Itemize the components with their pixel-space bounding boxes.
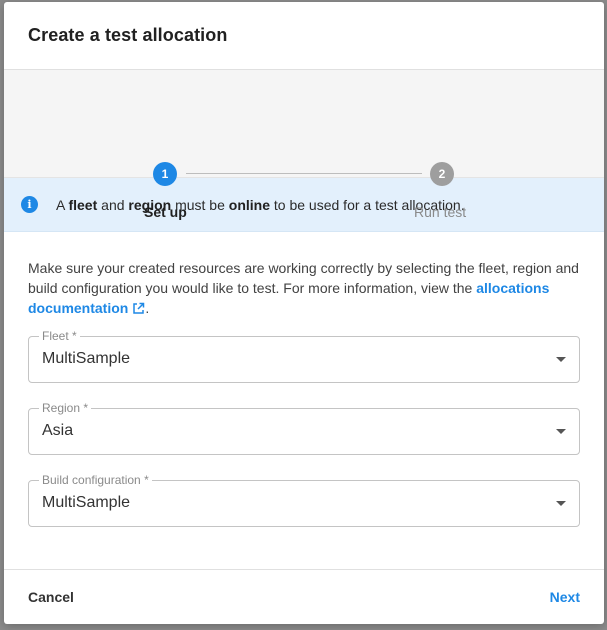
build-configuration-select-label: Build configuration * [39,473,152,487]
fleet-select[interactable]: Fleet * MultiSample [28,329,580,383]
step-connector [186,173,422,174]
step-2-number: 2 [438,167,446,181]
dialog-title: Create a test allocation [28,25,228,45]
dialog-content: Make sure your created resources are wor… [4,232,604,527]
dialog-footer: Cancel Next [4,569,604,624]
fleet-select-value: MultiSample [42,350,131,367]
build-configuration-select[interactable]: Build configuration * MultiSample [28,473,580,527]
create-test-allocation-dialog: Create a test allocation 1 2 Set up Run … [4,2,604,624]
step-2-indicator: 2 [430,162,454,186]
dialog-header: Create a test allocation [4,2,604,70]
caret-down-icon [556,357,566,362]
step-1-indicator: 1 [153,162,177,186]
step-1-label: Set up [144,204,187,220]
fleet-select-label: Fleet * [39,329,80,343]
region-select-label: Region * [39,401,92,415]
cancel-button[interactable]: Cancel [28,589,74,605]
build-configuration-select-value: MultiSample [42,494,131,511]
info-keyword-fleet: fleet [68,196,98,213]
external-link-icon [133,302,145,314]
region-select-value: Asia [42,422,74,439]
info-banner-text: A fleet and region must be online to be … [56,196,465,213]
info-banner: i A fleet and region must be online to b… [4,178,604,232]
step-2-label: Run test [414,204,467,220]
caret-down-icon [556,501,566,506]
info-keyword-online: online [228,196,271,213]
stepper: 1 2 Set up Run test [4,70,604,220]
caret-down-icon [556,429,566,434]
region-select[interactable]: Region * Asia [28,401,580,455]
description: Make sure your created resources are wor… [28,260,579,316]
next-button[interactable]: Next [550,589,580,605]
info-icon: i [21,196,38,213]
step-1-number: 1 [161,167,169,181]
